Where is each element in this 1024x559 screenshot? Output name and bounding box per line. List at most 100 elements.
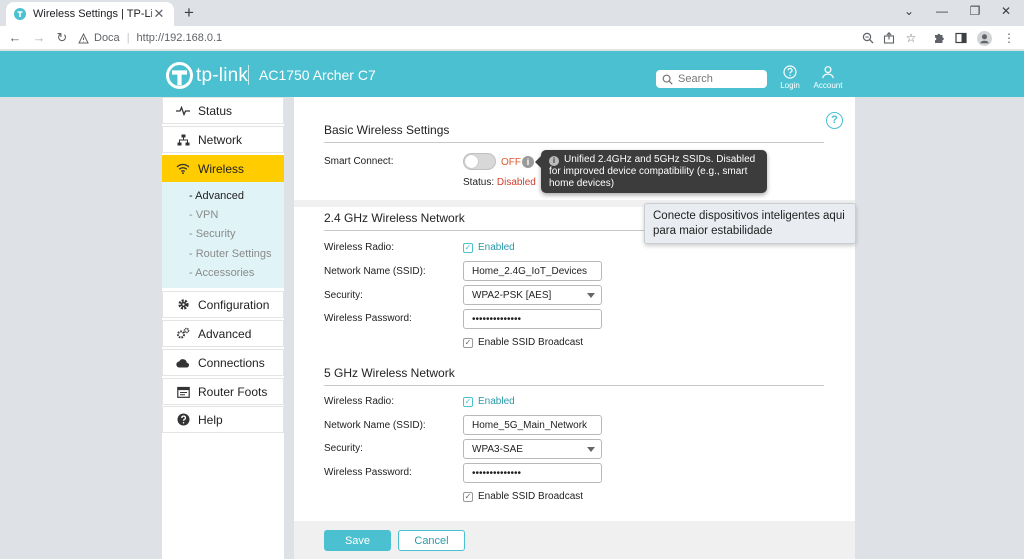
gear-icon: [175, 298, 191, 311]
band5-ssid-input[interactable]: Home_5G_Main_Network: [463, 415, 602, 435]
profile-avatar-icon[interactable]: [976, 30, 992, 46]
router-search-input[interactable]: Search: [656, 70, 767, 88]
info-icon[interactable]: i: [522, 156, 534, 168]
side-panel-icon[interactable]: [953, 30, 969, 46]
sidebar-item-configuration[interactable]: Configuration: [162, 291, 284, 318]
band24-broadcast-label: Enable SSID Broadcast: [478, 337, 584, 348]
band24-security-value: WPA2-PSK [AES]: [472, 289, 552, 301]
back-arrow-icon[interactable]: ←: [6, 29, 24, 47]
band5-security-select[interactable]: WPA3-SAE: [463, 439, 602, 459]
sidebar-item-advanced[interactable]: Advanced: [162, 320, 284, 347]
help-icon: [175, 413, 191, 426]
checkmark-icon: ✓: [463, 491, 473, 502]
network-icon: [175, 134, 191, 146]
brand-text: tp-link: [196, 64, 249, 86]
sidebar-item-status[interactable]: Status: [162, 97, 284, 124]
sidebar-item-connections[interactable]: Connections: [162, 349, 284, 376]
forward-arrow-icon[interactable]: →: [30, 29, 48, 47]
tp-link-logo-icon: [166, 62, 193, 89]
extensions-puzzle-icon[interactable]: [931, 30, 947, 46]
address-divider: |: [126, 32, 130, 44]
band5-security-label: Security:: [324, 443, 363, 454]
close-tab-icon[interactable]: ✕: [152, 6, 166, 22]
band5-password-input[interactable]: ••••••••••••••: [463, 463, 602, 483]
sidebar-item-router-foots[interactable]: Router Foots: [162, 378, 284, 405]
smart-connect-toggle[interactable]: [463, 153, 496, 170]
sidebar-item-wireless[interactable]: Wireless: [162, 155, 284, 182]
band5-broadcast-label: Enable SSID Broadcast: [478, 491, 584, 502]
warning-triangle-icon: [78, 32, 89, 44]
browser-menu-icon[interactable]: ⋮: [1001, 30, 1017, 46]
band24-ssid-input[interactable]: Home_2.4G_IoT_Devices: [463, 261, 602, 281]
address-security-label: Doca: [94, 32, 120, 44]
checkmark-icon: ✓: [463, 337, 473, 348]
section-divider: [324, 142, 824, 143]
bookmark-star-icon[interactable]: ☆: [903, 30, 919, 46]
smart-connect-status: Status: Disabled: [463, 177, 536, 188]
window-close-icon[interactable]: ✕: [996, 4, 1016, 18]
zoom-icon[interactable]: [860, 30, 876, 46]
browser-tabstrip: Wireless Settings | TP-Link ✕ + ⌄ — ❐ ✕: [0, 0, 1024, 26]
submenu-item-security[interactable]: - Security: [189, 228, 235, 240]
band24-radio-value: Enabled: [478, 242, 515, 253]
band24-ssid-label: Network Name (SSID):: [324, 266, 426, 277]
band24-security-select[interactable]: WPA2-PSK [AES]: [463, 285, 602, 305]
save-button[interactable]: Save: [324, 530, 391, 551]
search-icon: [662, 74, 673, 85]
address-url[interactable]: http://192.168.0.1: [137, 32, 223, 44]
sidebar-item-network[interactable]: Network: [162, 126, 284, 153]
status-label: Status:: [463, 177, 495, 188]
restore-icon[interactable]: ❐: [965, 4, 985, 18]
band24-password-label: Wireless Password:: [324, 313, 412, 324]
account-button[interactable]: Account: [808, 65, 848, 90]
chevron-down-icon: [587, 293, 595, 298]
router-model-title: AC1750 Archer C7: [259, 67, 376, 83]
sidebar-item-label: Help: [198, 412, 223, 427]
header-divider: [248, 65, 249, 85]
tp-link-favicon-icon: [14, 8, 26, 20]
tab-search-chevron-icon[interactable]: ⌄: [899, 4, 919, 18]
advanced-gear-icon: [175, 327, 191, 340]
band24-security-label: Security:: [324, 290, 363, 301]
smart-connect-tooltip: i Unified 2.4GHz and 5GHz SSIDs. Disabled…: [535, 150, 767, 193]
sidebar-item-label: Router Foots: [198, 384, 268, 399]
band24-broadcast-checkbox[interactable]: ✓ Enable SSID Broadcast: [463, 337, 583, 348]
submenu-item-vpn[interactable]: - VPN: [189, 209, 218, 221]
new-tab-button[interactable]: +: [180, 3, 198, 23]
router-header: tp-link AC1750 Archer C7 Search Login Ac…: [0, 51, 1024, 97]
band24-radio-checkbox[interactable]: ✓ Enabled: [463, 242, 515, 253]
browser-tab[interactable]: Wireless Settings | TP-Link ✕: [6, 2, 174, 26]
submenu-item-router-settings[interactable]: - Router Settings: [189, 248, 272, 260]
cancel-button[interactable]: Cancel: [398, 530, 465, 551]
sidebar-item-label: Advanced: [198, 326, 252, 341]
tab-title: Wireless Settings | TP-Link: [33, 8, 152, 20]
login-button[interactable]: Login: [770, 65, 810, 90]
address-bar[interactable]: Doca | http://192.168.0.1: [78, 29, 928, 47]
share-icon[interactable]: [881, 30, 897, 46]
cloud-icon: [175, 358, 191, 368]
sidebar-item-label: Configuration: [198, 297, 270, 312]
section-divider: [324, 385, 824, 386]
band5-radio-checkbox[interactable]: ✓ Enabled: [463, 396, 515, 407]
sidebar-item-label: Status: [198, 103, 233, 118]
status-value: Disabled: [496, 177, 536, 188]
page-help-icon[interactable]: ?: [826, 112, 843, 129]
reload-icon[interactable]: ↻: [53, 29, 71, 47]
tooltip-text: Unified 2.4GHz and 5GHz SSIDs. Disabled …: [549, 154, 756, 189]
sidebar-item-label: Wireless: [198, 161, 245, 176]
login-label: Login: [780, 81, 800, 90]
band5-ssid-label: Network Name (SSID):: [324, 420, 426, 431]
question-circle-icon: [783, 65, 797, 79]
submenu-item-advanced[interactable]: - Advanced: [189, 190, 244, 202]
sidebar-item-help[interactable]: Help: [162, 406, 284, 433]
minimize-icon[interactable]: —: [932, 4, 952, 18]
band5-broadcast-checkbox[interactable]: ✓ Enable SSID Broadcast: [463, 491, 583, 502]
submenu-item-accessories[interactable]: - Accessories: [189, 267, 254, 279]
band5-title: 5 GHz Wireless Network: [324, 366, 455, 380]
sidebar-item-label: Network: [198, 132, 243, 147]
basic-settings-title: Basic Wireless Settings: [324, 123, 450, 137]
pulse-icon: [175, 105, 191, 116]
checkmark-icon: ✓: [463, 396, 473, 407]
band24-password-input[interactable]: ••••••••••••••: [463, 309, 602, 329]
wifi-icon: [175, 163, 191, 174]
